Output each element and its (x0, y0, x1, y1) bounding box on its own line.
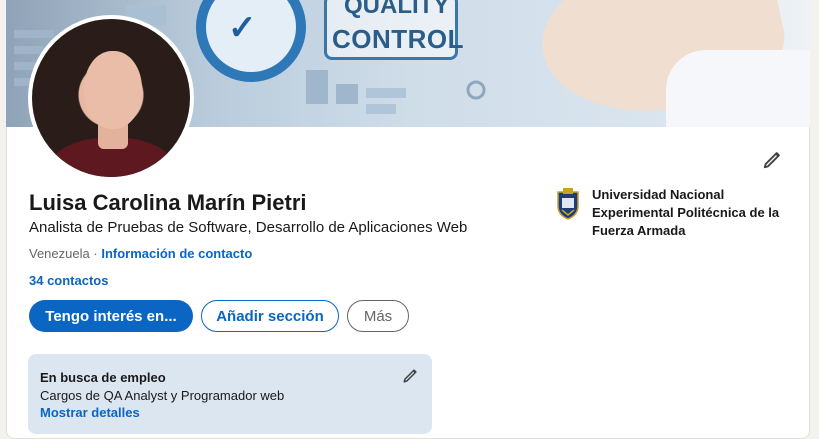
location-separator: · (93, 246, 98, 261)
education-line-2: Experimental Politécnica de la (592, 205, 780, 220)
checkmark-graphic: ✓ (228, 9, 257, 47)
education-name: Universidad Nacional Experimental Polité… (592, 186, 779, 240)
open-to-work-description: Cargos de QA Analyst y Programador web (40, 388, 285, 403)
education-entry[interactable]: Universidad Nacional Experimental Polité… (556, 186, 796, 240)
profile-headline: Analista de Pruebas de Software, Desarro… (29, 219, 468, 236)
banner-text-line1: QUALITY (344, 0, 450, 19)
add-section-button[interactable]: Añadir sección (201, 300, 339, 332)
open-to-work-title: En busca de empleo (40, 370, 166, 385)
university-crest-icon (557, 188, 579, 220)
profile-name: Luisa Carolina Marín Pietri (29, 190, 307, 215)
pencil-icon (763, 152, 780, 169)
more-button[interactable]: Más (347, 300, 409, 332)
education-line-3: Fuerza Armada (592, 223, 686, 238)
location-text: Venezuela (29, 246, 90, 261)
education-line-1: Universidad Nacional (592, 187, 725, 202)
avatar-face (84, 51, 142, 129)
profile-avatar[interactable] (28, 15, 194, 181)
pencil-icon[interactable] (402, 366, 420, 384)
show-details-link[interactable]: Mostrar detalles (40, 405, 140, 420)
open-to-button[interactable]: Tengo interés en... (29, 300, 193, 332)
contact-info-link[interactable]: Información de contacto (101, 246, 252, 261)
edit-profile-button[interactable] (760, 146, 786, 172)
location-row: Venezuela · Información de contacto (29, 246, 252, 261)
open-to-work-card[interactable]: En busca de empleo Cargos de QA Analyst … (28, 354, 432, 434)
banner-text-line2: CONTROL (332, 24, 465, 54)
connections-link[interactable]: 34 contactos (29, 273, 108, 288)
sleeve-graphic (666, 50, 810, 127)
